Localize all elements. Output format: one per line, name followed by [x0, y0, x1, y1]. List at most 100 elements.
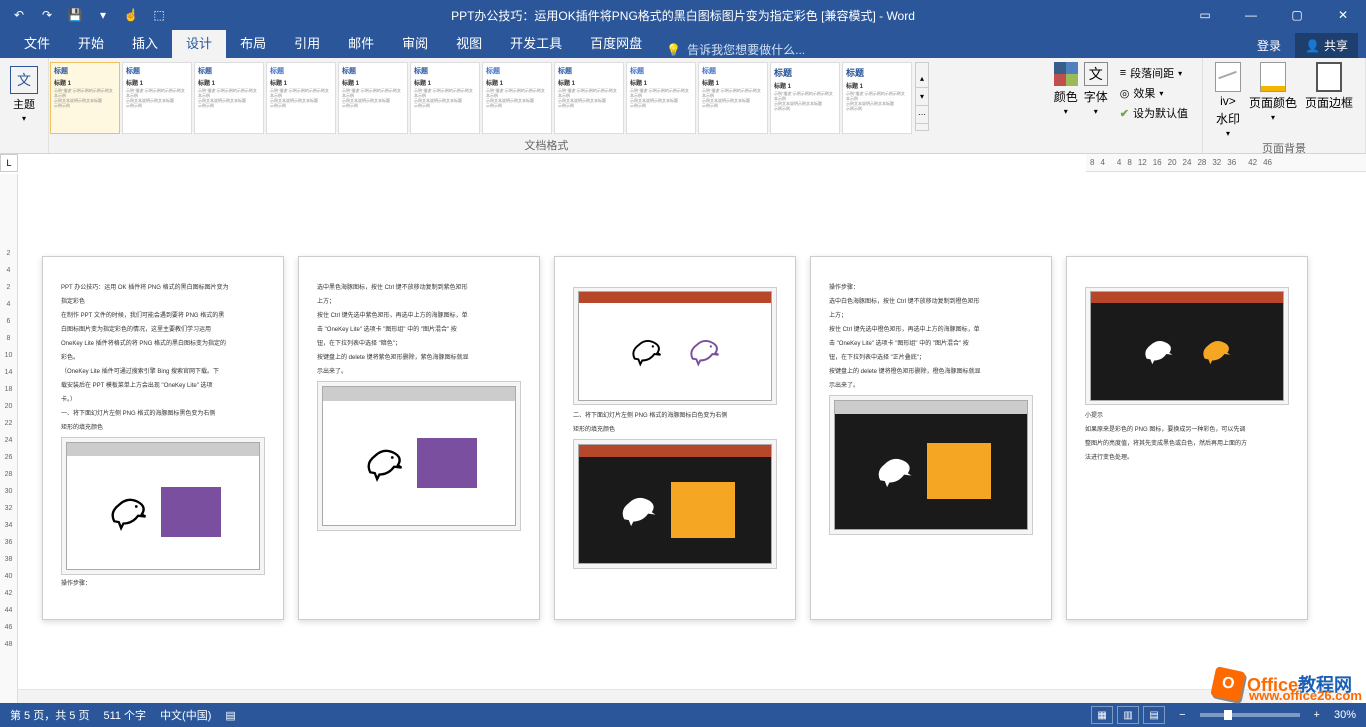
zoom-slider[interactable]: [1200, 713, 1300, 717]
save-dropdown[interactable]: ▾: [90, 2, 116, 28]
redo-button[interactable]: ↷: [34, 2, 60, 28]
style-thumb[interactable]: 标题标题 1示例"描述"示例示例的示例示例文本示例示例文本说明示例文本标题示例示…: [410, 62, 480, 134]
ruler-corner[interactable]: L: [0, 154, 18, 172]
touch-mode-button[interactable]: ☝: [118, 2, 144, 28]
effects-button[interactable]: ◎效果▾: [1118, 84, 1190, 102]
qat-more-button[interactable]: ⬚: [146, 2, 172, 28]
page-color-icon: [1260, 62, 1286, 92]
title-bar: ↶ ↷ 💾 ▾ ☝ ⬚ PPT办公技巧：运用OK插件将PNG格式的黑白图标图片变…: [0, 0, 1366, 30]
language-indicator[interactable]: 中文(中国): [160, 707, 211, 723]
ribbon-options-button[interactable]: ▭: [1182, 0, 1228, 30]
close-button[interactable]: ✕: [1320, 0, 1366, 30]
zoom-in-button[interactable]: +: [1314, 709, 1320, 721]
gallery-scroll[interactable]: ▴▾⋯: [915, 62, 929, 131]
dolphin-icon: [627, 332, 665, 370]
page-2: 选中黑色海豚图标，按住 Ctrl 键不放移动复制到紫色矩形上方；按住 Ctrl …: [298, 256, 540, 620]
zoom-thumb[interactable]: [1224, 710, 1232, 720]
page-background-group: iv> 水印 ▾ 页面颜色 ▾ 页面边框 页面背景: [1203, 58, 1366, 153]
share-icon: 👤: [1305, 39, 1320, 53]
gallery-up-icon[interactable]: ▴: [916, 70, 928, 88]
vertical-ruler[interactable]: 2424681014182022242628303234363840424446…: [0, 174, 18, 703]
style-thumb[interactable]: 标题标题 1示例"描述"示例示例的示例示例文本示例示例文本说明示例文本标题示例示…: [698, 62, 768, 134]
read-mode-button[interactable]: ▦: [1091, 706, 1113, 724]
set-default-button[interactable]: ✔设为默认值: [1118, 104, 1190, 122]
tab-layout[interactable]: 布局: [226, 27, 280, 58]
print-layout-button[interactable]: ▥: [1117, 706, 1139, 724]
tab-developer[interactable]: 开发工具: [496, 27, 576, 58]
share-label: 共享: [1324, 37, 1348, 54]
embedded-image: [317, 381, 521, 531]
chevron-down-icon: ▾: [1094, 107, 1098, 116]
logo-url: www.office26.com: [1249, 688, 1362, 703]
embedded-image: [61, 437, 265, 575]
page-color-label: 页面颜色: [1249, 94, 1297, 111]
document-canvas[interactable]: PPT 办公技巧：运用 OK 插件将 PNG 格式的黑白图标图片变为指定彩色在制…: [18, 174, 1366, 703]
page-border-button[interactable]: 页面边框: [1305, 62, 1353, 138]
watermark-button[interactable]: iv> 水印 ▾: [1215, 62, 1241, 138]
embedded-image: [1085, 287, 1289, 405]
style-thumb[interactable]: 标题标题 1示例"描述"示例示例的示例示例文本示例示例文本说明示例文本标题示例示…: [626, 62, 696, 134]
style-thumb[interactable]: 标题标题 1示例"描述"示例示例的示例示例文本示例示例文本说明示例文本标题示例示…: [554, 62, 624, 134]
style-thumb[interactable]: 标题标题 1示例"描述"示例示例的示例示例文本示例示例文本说明示例文本标题示例示…: [50, 62, 120, 134]
dolphin-icon: [361, 440, 407, 486]
minimize-button[interactable]: —: [1228, 0, 1274, 30]
view-buttons: ▦ ▥ ▤: [1091, 706, 1165, 724]
tab-insert[interactable]: 插入: [118, 27, 172, 58]
style-thumb[interactable]: 标题标题 1示例"描述"示例示例的示例示例文本示例示例文本说明示例文本标题示例示…: [842, 62, 912, 134]
style-thumb[interactable]: 标题标题 1示例"描述"示例示例的示例示例文本示例示例文本说明示例文本标题示例示…: [770, 62, 840, 134]
fonts-icon: 文: [1084, 62, 1108, 86]
colors-button[interactable]: 颜色 ▾: [1054, 62, 1078, 116]
zoom-level[interactable]: 30%: [1334, 709, 1356, 721]
tell-me-placeholder: 告诉我您想要做什么...: [687, 41, 805, 58]
style-thumb[interactable]: 标题标题 1示例"描述"示例示例的示例示例文本示例示例文本说明示例文本标题示例示…: [194, 62, 264, 134]
tab-baidu[interactable]: 百度网盘: [576, 27, 656, 58]
style-thumb[interactable]: 标题标题 1示例"描述"示例示例的示例示例文本示例示例文本说明示例文本标题示例示…: [338, 62, 408, 134]
style-thumb[interactable]: 标题标题 1示例"描述"示例示例的示例示例文本示例示例文本说明示例文本标题示例示…: [482, 62, 552, 134]
style-thumb[interactable]: 标题标题 1示例"描述"示例示例的示例示例文本示例示例文本说明示例文本标题示例示…: [122, 62, 192, 134]
fonts-label: 字体: [1084, 88, 1108, 105]
zoom-out-button[interactable]: −: [1179, 709, 1185, 721]
maximize-button[interactable]: ▢: [1274, 0, 1320, 30]
fonts-button[interactable]: 文 字体 ▾: [1084, 62, 1108, 116]
page-color-button[interactable]: 页面颜色 ▾: [1249, 62, 1297, 138]
tab-view[interactable]: 视图: [442, 27, 496, 58]
watermark-label: 水印: [1216, 110, 1240, 127]
horizontal-scrollbar[interactable]: [18, 689, 1352, 703]
tab-design[interactable]: 设计: [172, 27, 226, 58]
page-border-icon: [1316, 62, 1342, 92]
embedded-image: [573, 439, 777, 569]
gallery-down-icon[interactable]: ▾: [916, 88, 928, 106]
page-1: PPT 办公技巧：运用 OK 插件将 PNG 格式的黑白图标图片变为指定彩色在制…: [42, 256, 284, 620]
login-button[interactable]: 登录: [1247, 33, 1291, 58]
chevron-down-icon: ▾: [1064, 107, 1068, 116]
check-icon: ✔: [1120, 107, 1129, 120]
quick-access-toolbar: ↶ ↷ 💾 ▾ ☝ ⬚: [0, 2, 172, 28]
tab-references[interactable]: 引用: [280, 27, 334, 58]
style-thumb[interactable]: 标题标题 1示例"描述"示例示例的示例示例文本示例示例文本说明示例文本标题示例示…: [266, 62, 336, 134]
window-controls: ▭ — ▢ ✕: [1182, 0, 1366, 30]
web-layout-button[interactable]: ▤: [1143, 706, 1165, 724]
colors-icon: [1054, 62, 1078, 86]
save-button[interactable]: 💾: [62, 2, 88, 28]
dolphin-icon: [615, 487, 661, 533]
dolphin-icon: [1139, 332, 1177, 370]
undo-button[interactable]: ↶: [6, 2, 32, 28]
chevron-down-icon: ▾: [22, 114, 26, 123]
themes-button[interactable]: 文 主题 ▾: [6, 62, 42, 127]
share-button[interactable]: 👤 共享: [1295, 33, 1358, 58]
tab-mail[interactable]: 邮件: [334, 27, 388, 58]
dolphin-icon: [105, 489, 151, 535]
page-indicator[interactable]: 第 5 页，共 5 页: [10, 707, 89, 723]
gallery-more-icon[interactable]: ⋯: [916, 106, 928, 124]
tab-home[interactable]: 开始: [64, 27, 118, 58]
paragraph-spacing-button[interactable]: ≡段落间距▾: [1118, 64, 1190, 82]
lightbulb-icon: 💡: [666, 43, 681, 57]
tab-file[interactable]: 文件: [10, 27, 64, 58]
page-3: 二、将下面幻灯片左侧 PNG 格式的海豚图标白色变为右侧矩形的填充颜色: [554, 256, 796, 620]
tell-me[interactable]: 💡 告诉我您想要做什么...: [656, 41, 805, 58]
word-count[interactable]: 511 个字: [103, 707, 146, 723]
horizontal-ruler[interactable]: 8448121620242832364246: [1086, 154, 1366, 172]
doc-format-group: 标题标题 1示例"描述"示例示例的示例示例文本示例示例文本说明示例文本标题示例示…: [49, 58, 1044, 153]
macro-indicator-icon[interactable]: ▤: [225, 709, 235, 722]
tab-review[interactable]: 审阅: [388, 27, 442, 58]
